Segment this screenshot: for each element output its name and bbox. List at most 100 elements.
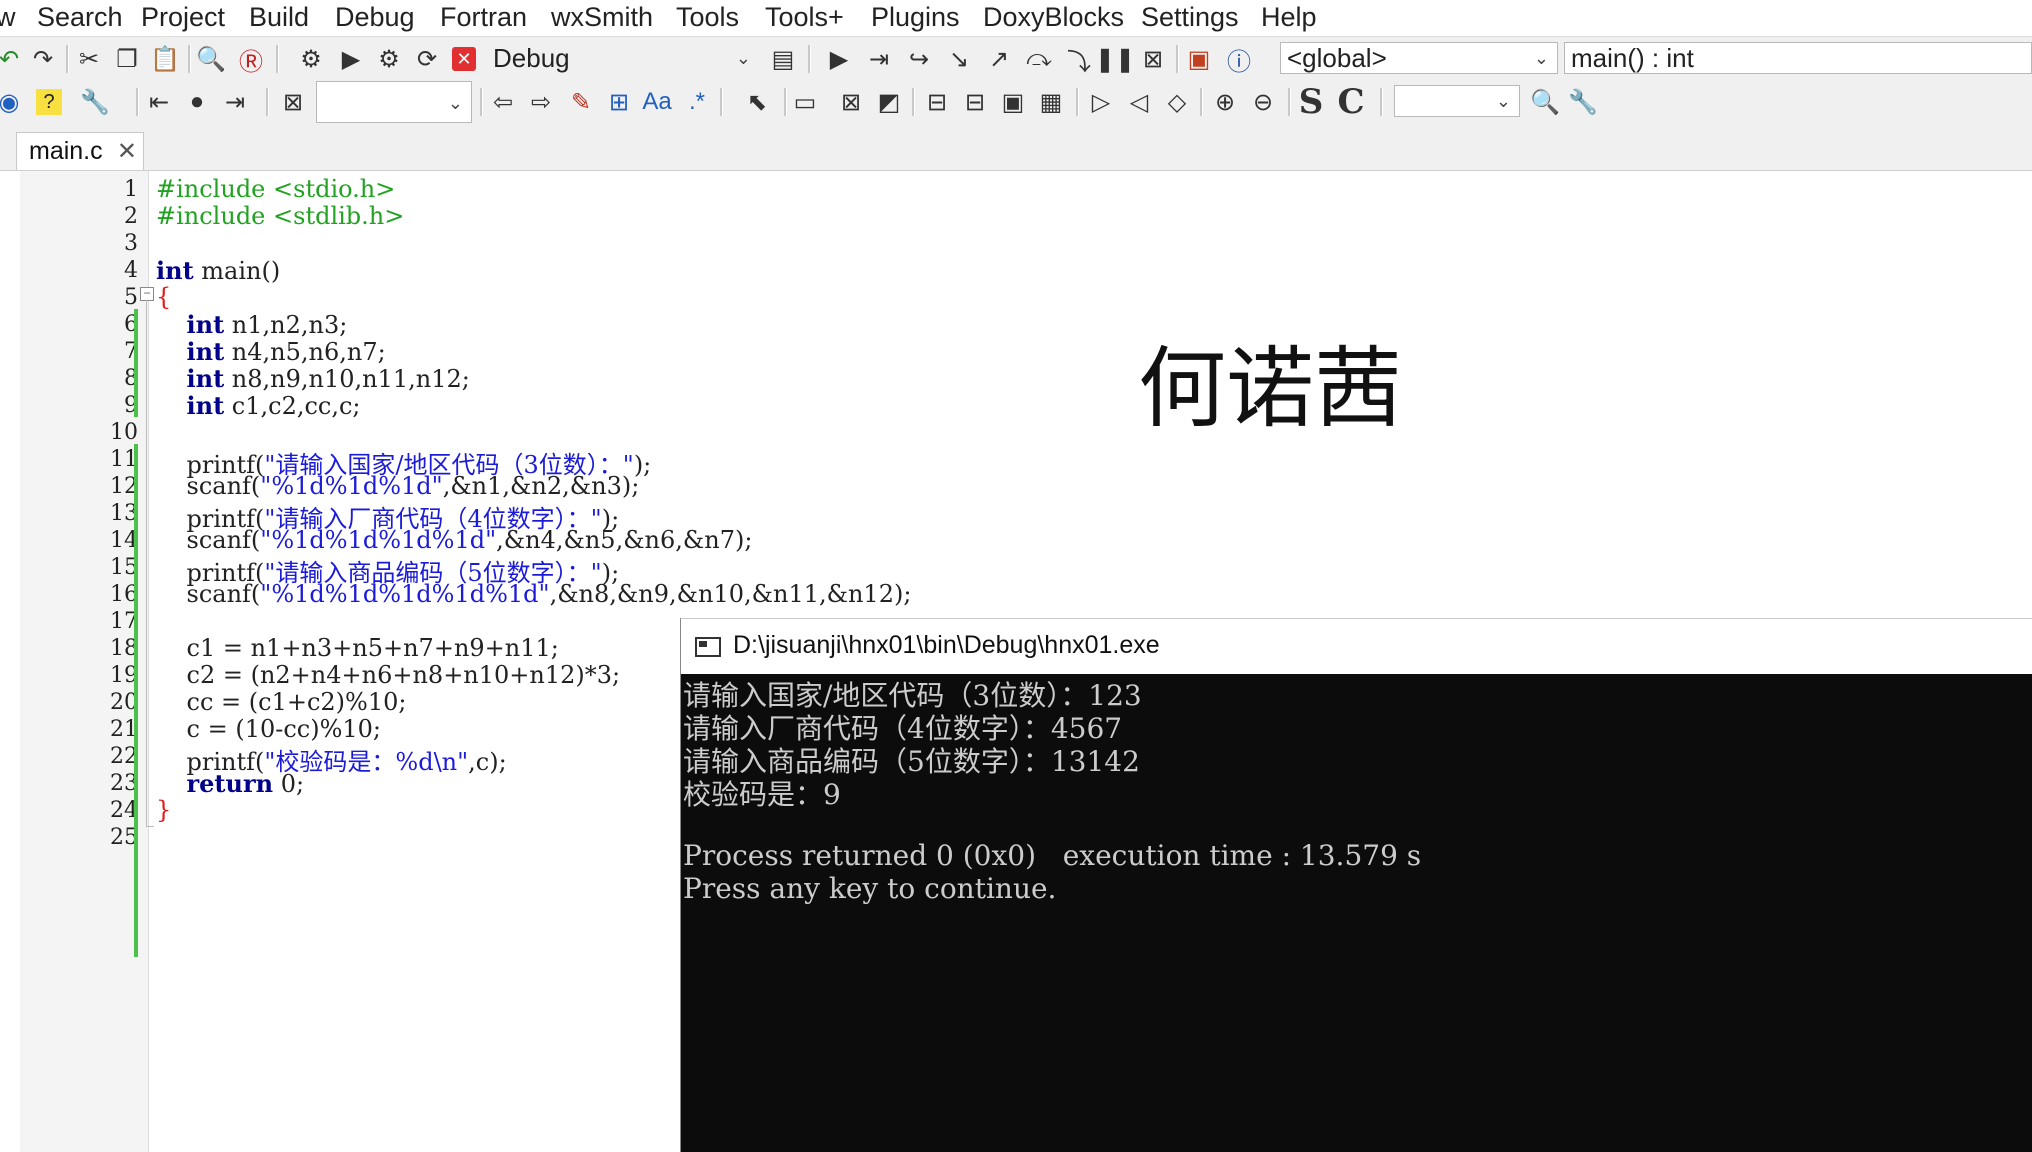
debug-start-icon[interactable]: ▶: [824, 43, 854, 75]
paste-icon[interactable]: 📋: [150, 43, 180, 75]
c-button[interactable]: C: [1336, 82, 1366, 122]
menu-view[interactable]: w: [0, 0, 16, 36]
code-line: }: [156, 796, 172, 824]
search-combo[interactable]: ⌄: [316, 81, 472, 123]
fold-icon[interactable]: −: [140, 287, 154, 301]
toolbar-separator: [1288, 88, 1291, 116]
zoom-out-icon[interactable]: ⊖: [1248, 86, 1278, 118]
scope-value: <global>: [1287, 43, 1387, 73]
prev-bookmark-icon[interactable]: ⇤: [144, 86, 174, 118]
step-instruction-icon[interactable]: ⤵: [1064, 43, 1094, 76]
console-window[interactable]: D:\jisuanji\hnx01\bin\Debug\hnx01.exe 请输…: [680, 618, 2032, 1152]
zoom-combo[interactable]: ⌄: [1394, 85, 1520, 117]
line-number: 14: [110, 528, 138, 553]
next-line-icon[interactable]: ↪: [904, 43, 934, 75]
shape-left-icon[interactable]: ◁: [1124, 86, 1154, 118]
find-icon[interactable]: 🔍: [196, 43, 226, 75]
menu-build[interactable]: Build: [249, 0, 309, 36]
code-line: int c1,c2,cc,c;: [186, 391, 361, 420]
arrow-left-icon[interactable]: ⇦: [488, 86, 518, 118]
toolbar-separator: [808, 45, 811, 73]
menu-plugins[interactable]: Plugins: [871, 0, 960, 36]
help-icon[interactable]: ?: [36, 89, 62, 115]
menu-settings[interactable]: Settings: [1141, 0, 1239, 36]
toolbar-separator: [136, 88, 139, 116]
s-button[interactable]: S: [1296, 82, 1326, 122]
build-options-icon[interactable]: ▤: [768, 43, 798, 75]
menu-search[interactable]: Search: [37, 0, 123, 36]
run-icon[interactable]: ▶: [336, 43, 366, 75]
tab-main-c[interactable]: main.c ✕: [16, 132, 144, 170]
toolbar-separator: [266, 88, 269, 116]
line-number: 2: [124, 204, 138, 229]
build-target-select[interactable]: Debug ⌄: [486, 42, 760, 74]
menu-doxyblocks[interactable]: DoxyBlocks: [983, 0, 1124, 36]
layout-full-icon[interactable]: ▦: [1036, 86, 1066, 118]
clear-search-icon[interactable]: ⊠: [278, 86, 308, 118]
toolbar-separator: [276, 45, 279, 73]
undo-icon[interactable]: ↶: [0, 43, 24, 75]
wrench-icon[interactable]: 🔧: [80, 86, 110, 118]
scope-select[interactable]: <global> ⌄: [1280, 42, 1558, 74]
line-number: 15: [110, 555, 138, 580]
highlight-icon[interactable]: ✎: [566, 86, 596, 118]
rectangle-icon[interactable]: ▭: [790, 86, 820, 118]
build-gear-icon[interactable]: ⚙: [296, 43, 326, 75]
info-icon[interactable]: ⓘ: [1224, 43, 1254, 76]
menu-debug[interactable]: Debug: [335, 0, 415, 36]
line-number: 10: [110, 420, 138, 445]
tools-wrench-icon[interactable]: 🔧: [1568, 86, 1598, 118]
build-target-value: Debug: [493, 43, 570, 73]
stop-debug-icon[interactable]: ⊠: [1138, 43, 1168, 75]
pointer-icon[interactable]: ⬉: [742, 86, 772, 118]
box-cross-icon[interactable]: ⊠: [836, 86, 866, 118]
menu-project[interactable]: Project: [141, 0, 225, 36]
match-case-icon[interactable]: Aa: [642, 86, 672, 118]
run-to-cursor-icon[interactable]: ⇥: [864, 43, 894, 75]
toggle-bookmark-icon[interactable]: ●: [182, 86, 212, 118]
line-number: 17: [110, 609, 138, 634]
replace-icon[interactable]: Ⓡ: [236, 43, 266, 76]
search-icon[interactable]: 🔍: [1530, 86, 1560, 118]
next-bookmark-icon[interactable]: ⇥: [220, 86, 250, 118]
chevron-down-icon: ⌄: [735, 48, 751, 68]
pause-icon[interactable]: ❚❚: [1095, 43, 1135, 75]
menu-fortran[interactable]: Fortran: [440, 0, 527, 36]
regex-icon[interactable]: .*: [682, 86, 712, 118]
layout-frame-icon[interactable]: ▣: [998, 86, 1028, 118]
box-diagonal-icon[interactable]: ◩: [874, 86, 904, 118]
shape-both-icon[interactable]: ◇: [1162, 86, 1192, 118]
console-title-bar[interactable]: D:\jisuanji\hnx01\bin\Debug\hnx01.exe: [681, 618, 2032, 675]
cut-icon[interactable]: ✂: [74, 43, 104, 75]
close-icon[interactable]: ✕: [117, 137, 137, 166]
code-line: scanf("%1d%1d%1d",&n1,&n2,&n3);: [156, 472, 640, 500]
step-out-icon[interactable]: ↗: [984, 43, 1014, 75]
globe-icon[interactable]: ◉: [0, 86, 24, 118]
menu-tools[interactable]: Tools: [676, 0, 739, 36]
chevron-down-icon: ⌄: [1533, 48, 1549, 68]
shape-arrow-icon[interactable]: ▷: [1086, 86, 1116, 118]
zoom-in-icon[interactable]: ⊕: [1210, 86, 1240, 118]
toolbar-separator: [720, 88, 723, 116]
debug-windows-icon[interactable]: ▣: [1184, 43, 1214, 75]
console-output[interactable]: 请输入国家/地区代码（3位数）：123 请输入厂商代码（4位数字）：4567 请…: [681, 674, 2032, 1152]
arrow-right-icon[interactable]: ⇨: [526, 86, 556, 118]
layout-middle-icon[interactable]: ⊟: [960, 86, 990, 118]
redo-icon[interactable]: ↷: [28, 43, 58, 75]
abort-build-icon[interactable]: ✕: [452, 47, 476, 71]
menu-help[interactable]: Help: [1261, 0, 1317, 36]
rebuild-icon[interactable]: ⟳: [412, 43, 442, 75]
code-line: c2 = (n2+n4+n6+n8+n10+n12)*3;: [156, 661, 621, 689]
build-and-run-icon[interactable]: ⚙: [374, 43, 404, 75]
selected-text-icon[interactable]: ⊞: [604, 86, 634, 118]
copy-icon[interactable]: ❐: [112, 43, 142, 75]
step-into-icon[interactable]: ↘: [944, 43, 974, 75]
line-number: 23: [110, 771, 138, 796]
next-instruction-icon[interactable]: ⤼: [1024, 43, 1054, 75]
toolbar-separator: [912, 88, 915, 116]
function-select[interactable]: main() : int: [1564, 42, 2032, 74]
console-title: D:\jisuanji\hnx01\bin\Debug\hnx01.exe: [733, 631, 1160, 659]
menu-tools-plus[interactable]: Tools+: [765, 0, 844, 36]
layout-top-icon[interactable]: ⊟: [922, 86, 952, 118]
menu-wxsmith[interactable]: wxSmith: [551, 0, 653, 36]
